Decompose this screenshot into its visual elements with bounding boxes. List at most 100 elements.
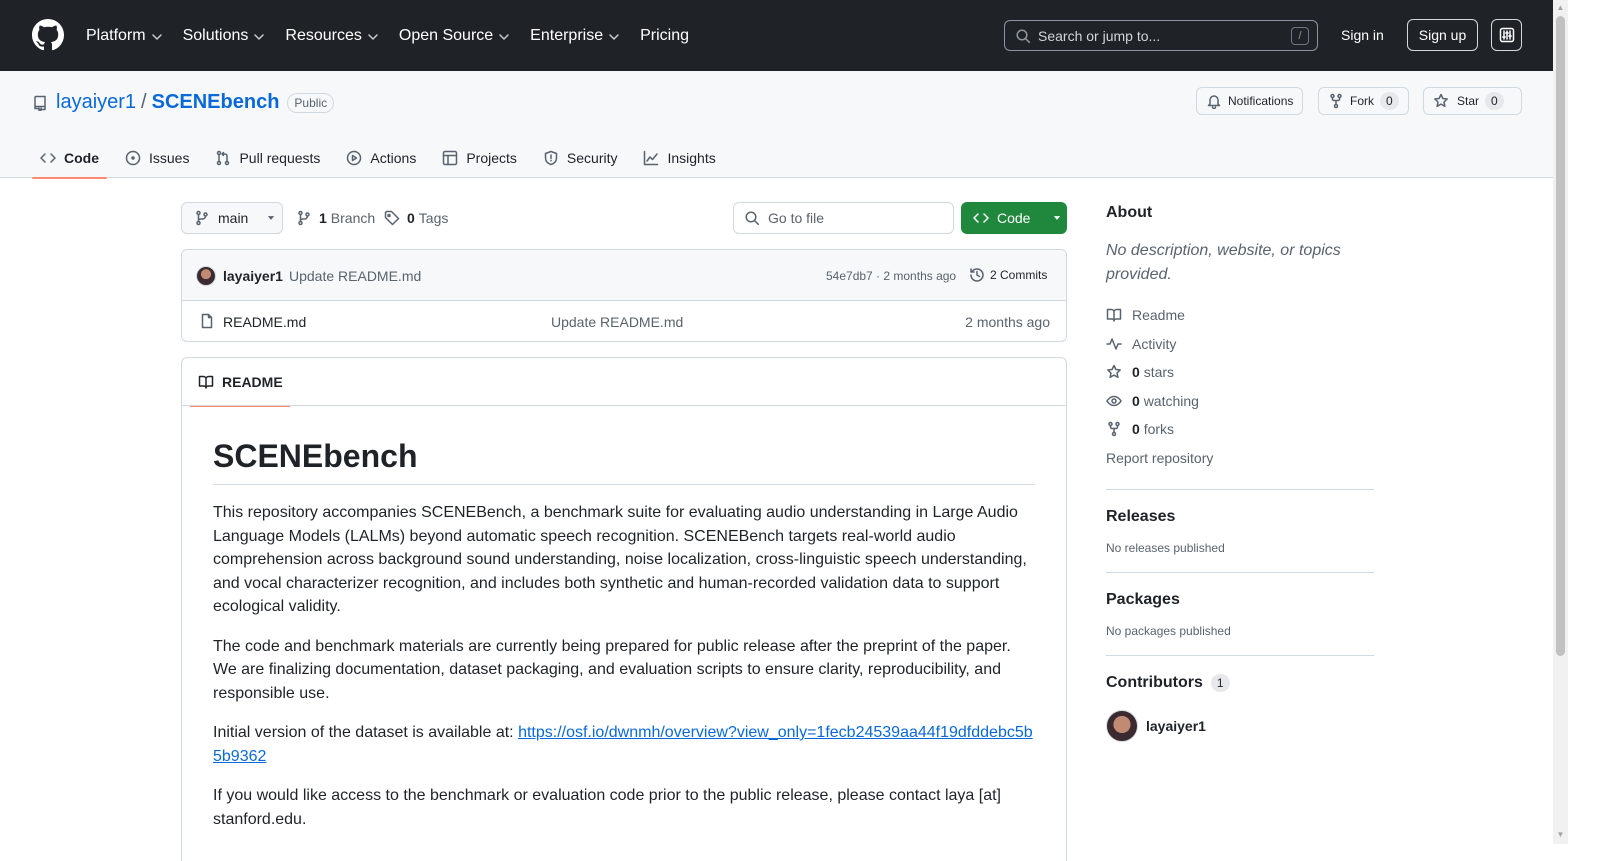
chevron-down-icon	[609, 33, 619, 40]
caret-down-icon	[268, 216, 275, 220]
code-button[interactable]: Code	[961, 202, 1067, 234]
contributor-item[interactable]: layaiyer1	[1106, 710, 1374, 742]
go-to-file-input[interactable]: Go to file	[733, 202, 954, 234]
repo-tabs: Code Issues Pull requests Actions Projec…	[32, 138, 732, 179]
divider	[1106, 655, 1374, 656]
avatar[interactable]	[1106, 710, 1138, 742]
sign-in-link[interactable]: Sign in	[1341, 27, 1384, 43]
nav-solutions[interactable]: Solutions	[183, 27, 266, 45]
repo-title: layaiyer1 / SCENEbench Public	[32, 91, 335, 114]
star-button[interactable]: Star 0	[1423, 87, 1522, 115]
github-logo-icon[interactable]	[32, 19, 64, 51]
file-commit-message[interactable]: Update README.md	[551, 314, 683, 330]
code-icon	[40, 153, 56, 163]
readme-title: SCENEbench	[213, 436, 1035, 485]
commit-author-link[interactable]: layaiyer1	[223, 268, 283, 284]
readme-paragraph: This repository accompanies SCENEBench, …	[213, 504, 1027, 615]
star-icon	[1107, 365, 1121, 379]
about-description: No description, website, or topics provi…	[1106, 242, 1341, 283]
forks-link[interactable]: 0 forks	[1106, 415, 1374, 444]
sliders-icon	[1499, 27, 1514, 43]
branches-link[interactable]: 1 Branch	[296, 202, 375, 234]
tab-insights[interactable]: Insights	[635, 138, 723, 178]
global-header: Platform Solutions Resources Open Source…	[0, 0, 1553, 71]
readme-body: SCENEbench This repository accompanies S…	[213, 436, 1035, 847]
tab-security[interactable]: Security	[535, 138, 626, 178]
eye-icon	[1106, 395, 1122, 406]
tab-issues[interactable]: Issues	[117, 138, 197, 178]
scroll-down-arrow-icon[interactable]: ▼	[1556, 830, 1565, 839]
nav-resources[interactable]: Resources	[285, 27, 378, 45]
packages-heading[interactable]: Packages	[1106, 589, 1374, 611]
readme-panel: README SCENEbench This repository accomp…	[181, 357, 1067, 861]
scrollbar-thumb[interactable]	[1556, 16, 1565, 656]
fork-count: 0	[1380, 92, 1399, 110]
commit-hash-time[interactable]: 54e7db7 · 2 months ago	[826, 269, 956, 283]
shield-icon	[544, 150, 558, 166]
chevron-down-icon	[254, 33, 265, 40]
issue-icon	[125, 150, 141, 166]
chevron-down-icon	[499, 33, 509, 40]
nav-open-source[interactable]: Open Source	[399, 27, 510, 45]
commits-link[interactable]: 2 Commits	[969, 267, 1047, 283]
repo-sidebar: About No description, website, or topics…	[1106, 202, 1374, 742]
tab-actions[interactable]: Actions	[338, 138, 424, 178]
readme-tab[interactable]: README	[190, 358, 290, 407]
history-icon	[970, 268, 984, 282]
caret-down-icon	[1054, 216, 1061, 220]
play-icon	[347, 150, 362, 166]
contributor-login[interactable]: layaiyer1	[1146, 718, 1206, 734]
notifications-button[interactable]: Notifications	[1196, 87, 1304, 115]
search-icon	[745, 211, 760, 226]
repo-icon	[34, 95, 46, 111]
search-shortcut-key: /	[1291, 27, 1309, 45]
packages-empty: No packages published	[1106, 624, 1231, 638]
book-icon	[198, 375, 214, 389]
branch-icon	[298, 210, 310, 226]
nav-platform[interactable]: Platform	[86, 27, 163, 45]
tab-pull-requests[interactable]: Pull requests	[207, 138, 328, 178]
bell-icon	[1207, 95, 1221, 109]
activity-link[interactable]: Activity	[1106, 330, 1374, 359]
fork-icon	[1330, 93, 1342, 109]
avatar[interactable]	[196, 266, 216, 286]
repo-name-link[interactable]: SCENEbench	[152, 91, 280, 114]
tags-link[interactable]: 0 Tags	[384, 202, 448, 234]
sign-up-button[interactable]: Sign up	[1407, 19, 1478, 51]
tag-icon	[384, 210, 400, 226]
commit-message-link[interactable]: Update README.md	[289, 268, 421, 284]
nav-pricing[interactable]: Pricing	[640, 27, 689, 45]
repo-separator: /	[141, 91, 147, 113]
readme-paragraph: Initial version of the dataset is availa…	[213, 724, 1033, 765]
contributors-heading[interactable]: Contributors 1	[1106, 672, 1374, 694]
tab-code[interactable]: Code	[32, 138, 107, 179]
file-name-link[interactable]: README.md	[223, 314, 306, 330]
sliders-menu-button[interactable]	[1491, 19, 1522, 51]
file-table: layaiyer1 Update README.md 54e7db7 · 2 m…	[181, 249, 1067, 342]
readme-paragraph: If you would like access to the benchmar…	[213, 787, 1001, 828]
repo-header: layaiyer1 / SCENEbench Public Notificati…	[0, 71, 1553, 179]
file-row: README.md Update README.md 2 months ago	[182, 301, 1066, 341]
fork-button[interactable]: Fork 0	[1318, 87, 1409, 115]
pulse-icon	[1106, 338, 1122, 350]
branch-icon	[196, 210, 208, 226]
readme-link[interactable]: Readme	[1106, 301, 1374, 330]
page-scrollbar[interactable]: ▲ ▼	[1553, 0, 1568, 844]
stars-link[interactable]: 0 stars	[1106, 358, 1374, 387]
global-nav: Platform Solutions Resources Open Source…	[86, 0, 709, 71]
report-repository-link[interactable]: Report repository	[1106, 444, 1374, 473]
scroll-up-arrow-icon[interactable]: ▲	[1556, 3, 1565, 12]
watching-link[interactable]: 0 watching	[1106, 387, 1374, 416]
tab-projects[interactable]: Projects	[434, 138, 525, 178]
readme-divider	[182, 405, 1066, 406]
table-icon	[443, 150, 458, 166]
repo-owner-link[interactable]: layaiyer1	[56, 91, 136, 114]
releases-heading[interactable]: Releases	[1106, 506, 1374, 528]
branch-selector[interactable]: main	[181, 202, 283, 234]
star-count: 0	[1485, 92, 1504, 110]
global-search-input[interactable]: Search or jump to... /	[1004, 20, 1318, 51]
graph-icon	[644, 150, 659, 166]
nav-enterprise[interactable]: Enterprise	[530, 27, 620, 45]
about-heading: About	[1106, 204, 1153, 221]
fork-icon	[1108, 422, 1120, 437]
